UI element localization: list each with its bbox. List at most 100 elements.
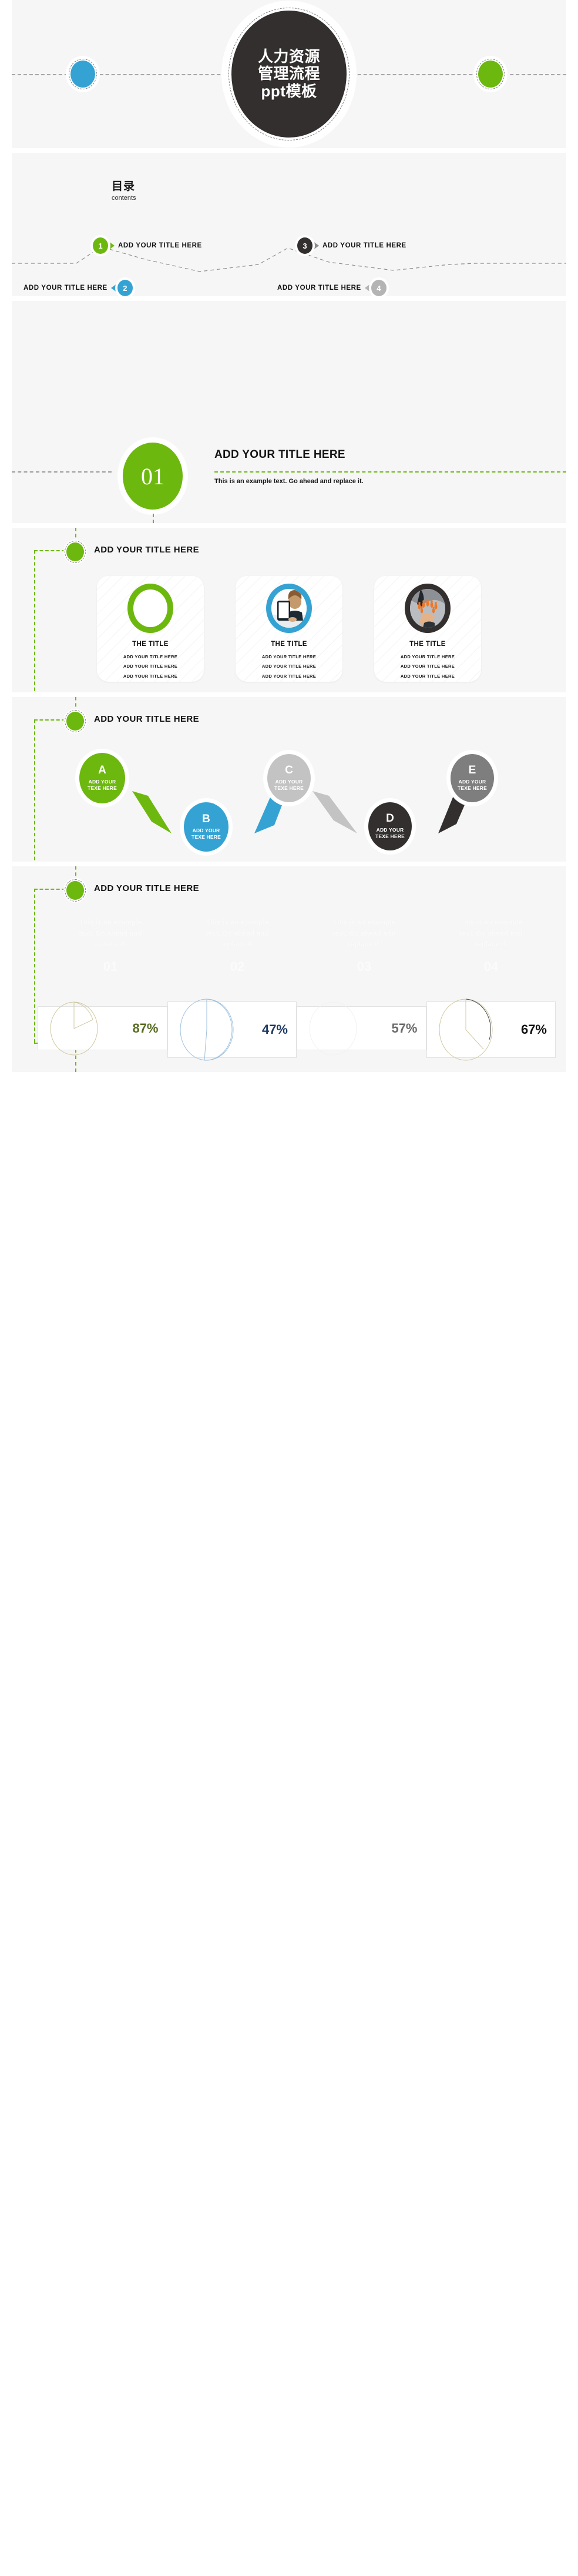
left-dashed-rule [12,471,112,473]
title-line-3: ppt模板 [261,82,317,100]
contents-label-1: ADD YOUR TITLE HERE [118,242,202,249]
node-d-core: D ADD YOUR TEXE HERE [368,802,412,850]
ghost-item-2-number: 02 [230,959,245,974]
dashed-ring-icon [476,59,505,89]
contents-label-2: ADD YOUR TITLE HERE [23,284,107,292]
contents-item-3[interactable]: 3 ADD YOUR TITLE HERE [295,235,406,256]
photo-graphic [410,589,445,628]
node-d-line-1: ADD YOUR [376,826,404,833]
contents-slide: 目录 contents 1 ADD YOUR TITLE HERE 3 ADD … [12,153,566,296]
contents-bubble-1: 1 [90,235,110,256]
ghost-item-3: This is an example text. Go ahead and re… [301,917,428,974]
node-e-line-2: TEXE HERE [458,785,487,791]
contents-number-1: 1 [93,237,108,254]
node-d[interactable]: D ADD YOUR TEXE HERE [364,798,416,855]
card-2-line-3: ADD YOUR TITLE HERE [261,673,317,679]
node-a[interactable]: A ADD YOUR TEXE HERE [75,749,129,808]
node-a-letter: A [98,763,106,776]
pie-chart-1 [50,1001,98,1055]
node-c[interactable]: C ADD YOUR TEXE HERE [263,750,315,806]
card-3[interactable]: THE TITLE ADD YOUR TITLE HERE ADD YOUR T… [374,576,481,682]
ghost-item-4-number: 04 [483,959,499,974]
title-line-1: 人力资源 [257,47,320,65]
node-d-letter: D [386,812,394,825]
ghost-item-4: This is an example text. Go ahead and re… [428,917,555,974]
contents-number-3: 3 [297,237,312,254]
title-hub: 人力资源 管理流程 ppt模板 [221,1,357,148]
ghost-item-1-text: This is an example text. Go ahead and re… [79,918,142,949]
percent-value-1: 87% [132,1020,159,1036]
contents-number-4: 4 [371,280,387,296]
percent-cell-1: 87% [38,1001,167,1055]
percent-value-2: 47% [261,1022,288,1037]
node-b-line-1: ADD YOUR [192,827,220,833]
contents-bubble-2: 2 [115,277,135,296]
node-c-core: C ADD YOUR TEXE HERE [267,754,311,802]
node-e-line-1: ADD YOUR [458,778,486,785]
card-1-line-2: ADD YOUR TITLE HERE [123,664,178,669]
dashed-ring-icon [65,879,86,902]
node-e[interactable]: E ADD YOUR TEXE HERE [446,750,498,806]
section-title: ADD YOUR TITLE HERE [214,448,345,461]
percent-value-3: 57% [391,1020,418,1036]
card-1[interactable]: THE TITLE ADD YOUR TITLE HERE ADD YOUR T… [97,576,204,682]
section-body-text: This is an example text. Go ahead and re… [214,478,364,485]
percent-value-4: 67% [520,1022,547,1037]
node-a-line-1: ADD YOUR [88,778,116,785]
contents-bubble-3: 3 [295,235,315,256]
slide-title: ADD YOUR TITLE HERE [94,883,200,893]
empty-circle-green-icon [127,584,173,633]
contents-label-3: ADD YOUR TITLE HERE [322,242,406,249]
node-e-core: E ADD YOUR TEXE HERE [451,754,494,802]
title-slide: 人力资源 管理流程 ppt模板 [12,0,566,148]
section-divider-slide: 01 ADD YOUR TITLE HERE This is an exampl… [12,301,566,523]
ghost-item-1-number: 01 [103,959,118,974]
card-1-title: THE TITLE [132,641,169,648]
card-2-line-2: ADD YOUR TITLE HERE [261,664,317,669]
green-dot[interactable] [473,56,508,92]
pie-chart-4 [439,999,492,1061]
photo-graphic [271,589,307,628]
abcde-flow-slide: ADD YOUR TITLE HERE A ADD YOUR TEXE HERE… [12,697,566,862]
dashed-ring-icon [65,541,86,563]
card-3-line-1: ADD YOUR TITLE HERE [400,654,455,659]
title-line-2: 管理流程 [257,65,320,83]
hand-with-orange-people-photo [405,584,451,633]
presentation-page: 人力资源 管理流程 ppt模板 目录 contents 1 ADD YOUR T… [0,0,578,1072]
section-number: 01 [123,443,183,510]
slide-title: ADD YOUR TITLE HERE [94,545,200,555]
contents-item-2[interactable]: ADD YOUR TITLE HERE 2 [23,277,135,296]
ghost-item-2-text: This is an example text. Go ahead and re… [206,918,269,949]
node-b-core: B ADD YOUR TEXE HERE [184,802,228,852]
ghost-item-2: This is an example text. Go ahead and re… [174,917,301,974]
node-c-line-2: TEXE HERE [274,785,304,791]
slide-bullet-dot [63,540,87,564]
node-d-line-2: TEXE HERE [375,833,405,839]
node-e-letter: E [468,763,476,776]
ghost-item-3-number: 03 [357,959,372,974]
blue-dot[interactable] [66,56,100,92]
contents-item-1[interactable]: 1 ADD YOUR TITLE HERE [90,235,202,256]
card-2-line-1: ADD YOUR TITLE HERE [261,654,317,659]
card-2-title: THE TITLE [271,641,307,648]
right-dashed-rule [214,471,566,473]
contents-item-4[interactable]: ADD YOUR TITLE HERE 4 [277,277,389,296]
pie-chart-3 [309,1001,357,1055]
card-1-line-3: ADD YOUR TITLE HERE [123,673,178,679]
node-b-line-2: TEXE HERE [191,834,221,840]
three-cards-slide: ADD YOUR TITLE HERE THE TITLE ADD YOUR T… [12,528,566,692]
node-a-line-2: TEXE HERE [88,785,117,791]
card-3-line-2: ADD YOUR TITLE HERE [400,664,455,669]
node-b[interactable]: B ADD YOUR TEXE HERE [180,798,233,856]
card-3-title: THE TITLE [409,641,446,648]
contents-label-4: ADD YOUR TITLE HERE [277,284,361,292]
card-2[interactable]: THE TITLE ADD YOUR TITLE HERE ADD YOUR T… [236,576,342,682]
percent-cell-4: 67% [426,999,556,1061]
card-1-line-1: ADD YOUR TITLE HERE [123,654,178,659]
dashed-ring-icon [69,59,97,89]
card-3-line-3: ADD YOUR TITLE HERE [400,673,455,679]
node-a-core: A ADD YOUR TEXE HERE [79,753,125,803]
contents-number-2: 2 [117,280,133,296]
node-c-line-1: ADD YOUR [275,778,303,785]
vertical-dashed-connector [153,514,154,523]
